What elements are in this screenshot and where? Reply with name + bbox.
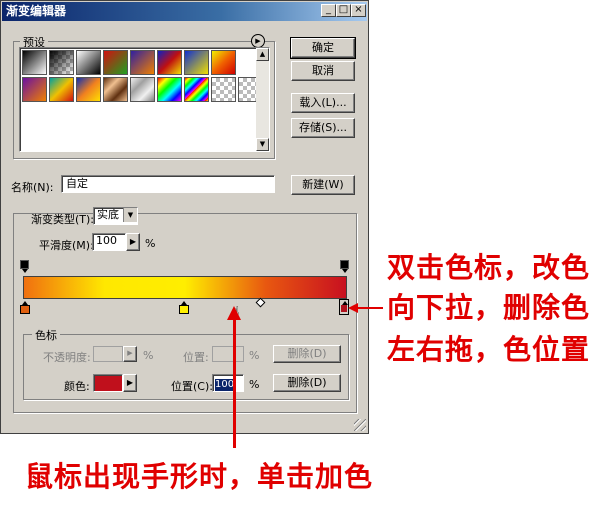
presets-menu-icon[interactable]: ▶ [251, 34, 265, 48]
preset-swatch[interactable] [76, 77, 101, 102]
position-label: 位置(C): [171, 380, 213, 393]
gradient-type-label: 渐变类型(T): [31, 213, 95, 226]
opacity-position-input [212, 346, 244, 362]
scroll-down-icon[interactable]: ▼ [256, 138, 269, 151]
gradient-editor-window: 渐变编辑器 _ □ × 预设 ▶ ▲ ▼ 确定 取消 载入(L)... 存储(S… [0, 0, 369, 434]
preset-swatch[interactable] [103, 77, 128, 102]
smoothness-input[interactable]: 100 [92, 233, 126, 251]
scroll-up-icon[interactable]: ▲ [256, 48, 269, 61]
title-bar[interactable]: 渐变编辑器 [2, 2, 367, 21]
save-button[interactable]: 存储(S)... [291, 118, 355, 138]
opacity-position-unit: % [249, 349, 260, 362]
gradient-type-value: 实底 [97, 208, 119, 221]
position-input[interactable]: 100 [212, 374, 244, 392]
preset-swatch[interactable] [184, 77, 209, 102]
preset-swatch[interactable] [49, 77, 74, 102]
annotation-right-line2: 向下拉，删除色 [387, 291, 591, 324]
annotation-right-line3: 左右拖，色位置 [387, 333, 591, 366]
preset-swatch[interactable] [49, 50, 74, 75]
smoothness-arrow-icon[interactable]: ▶ [126, 233, 140, 251]
preset-swatch[interactable] [157, 50, 182, 75]
ok-button[interactable]: 确定 [290, 37, 356, 59]
resize-grip-icon[interactable] [354, 419, 366, 431]
position-value: 100 [215, 379, 235, 391]
smoothness-label: 平滑度(M): [39, 239, 94, 252]
preset-swatch[interactable] [76, 50, 101, 75]
chevron-down-icon[interactable]: ▼ [123, 208, 137, 222]
annotation-arrow-up-icon [227, 306, 241, 320]
preset-swatch[interactable] [211, 77, 236, 102]
annotation-right-line1: 双击色标，改色 [387, 251, 591, 284]
presets-scrollbar[interactable]: ▲ ▼ [256, 48, 269, 151]
preset-swatch[interactable] [130, 77, 155, 102]
preset-swatch[interactable] [130, 50, 155, 75]
delete-opacity-stop-button: 删除(D) [273, 345, 341, 363]
color-swatch[interactable] [93, 374, 123, 392]
position-unit: % [249, 378, 260, 391]
preset-swatch[interactable] [157, 77, 182, 102]
gradient-type-select[interactable]: 实底 ▼ [93, 207, 138, 225]
color-stops-label: 色标 [32, 327, 60, 343]
new-button[interactable]: 新建(W) [291, 175, 355, 195]
opacity-stop-left[interactable] [20, 260, 29, 273]
name-value: 自定 [66, 177, 88, 190]
preset-swatch[interactable] [211, 50, 236, 75]
preset-swatch[interactable] [184, 50, 209, 75]
annotation-bottom: 鼠标出现手形时，单击加色 [25, 460, 374, 493]
annotation-arrow-left-line [357, 307, 383, 309]
annotation-arrow-line [233, 318, 236, 448]
close-button[interactable]: × [351, 4, 366, 17]
maximize-button[interactable]: □ [336, 4, 351, 17]
opacity-arrow-icon: ▶ [123, 346, 137, 362]
name-input[interactable]: 自定 [61, 175, 275, 193]
load-button[interactable]: 载入(L)... [291, 93, 355, 113]
gradient-bar[interactable] [23, 276, 347, 299]
preset-swatch[interactable] [103, 50, 128, 75]
opacity-stop-right[interactable] [340, 260, 349, 273]
opacity-label: 不透明度: [43, 351, 91, 364]
delete-color-stop-button[interactable]: 删除(D) [273, 374, 341, 392]
window-title: 渐变编辑器 [6, 4, 67, 18]
presets-list: ▲ ▼ [19, 47, 270, 152]
minimize-button[interactable]: _ [321, 4, 336, 17]
color-menu-arrow-icon[interactable]: ▶ [123, 374, 137, 392]
opacity-input [93, 346, 123, 362]
name-label: 名称(N): [11, 181, 54, 194]
color-stop-middle[interactable] [179, 301, 189, 315]
cancel-button[interactable]: 取消 [291, 61, 355, 81]
smoothness-value: 100 [96, 234, 117, 247]
preset-swatch[interactable] [22, 50, 47, 75]
color-stop-left[interactable] [20, 301, 30, 315]
opacity-position-label: 位置: [183, 351, 209, 364]
preset-swatch[interactable] [22, 77, 47, 102]
color-label: 颜色: [64, 380, 90, 393]
smoothness-unit: % [145, 237, 156, 250]
opacity-unit: % [143, 349, 154, 362]
